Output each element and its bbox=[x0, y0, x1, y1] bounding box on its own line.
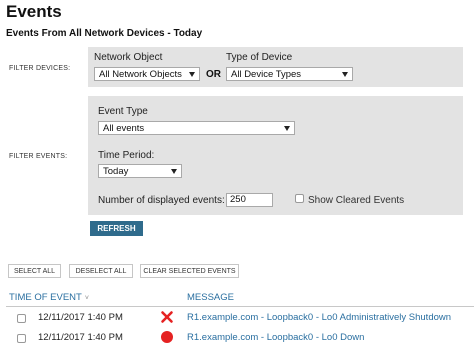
show-cleared-label: Show Cleared Events bbox=[308, 195, 405, 206]
table-row: 12/11/2017 1:40 PM R1.example.com - Loop… bbox=[0, 330, 474, 350]
device-type-value: All Device Types bbox=[231, 69, 302, 80]
dropdown-arrow-icon bbox=[171, 169, 177, 174]
row-checkbox[interactable] bbox=[17, 314, 26, 323]
page-title: Events bbox=[6, 2, 62, 21]
event-time: 12/11/2017 1:40 PM bbox=[38, 332, 123, 343]
column-header-message[interactable]: MESSAGE bbox=[187, 292, 234, 303]
or-label: OR bbox=[206, 69, 221, 80]
dropdown-arrow-icon bbox=[342, 72, 348, 77]
refresh-button[interactable]: REFRESH bbox=[90, 221, 143, 236]
x-icon bbox=[161, 311, 173, 323]
num-events-input[interactable]: 250 bbox=[226, 193, 273, 207]
event-type-value: All events bbox=[103, 123, 145, 134]
section-title: Events From All Network Devices - Today bbox=[6, 28, 203, 39]
show-cleared-checkbox[interactable] bbox=[295, 194, 304, 203]
event-type-label: Event Type bbox=[98, 106, 148, 117]
time-period-value: Today bbox=[103, 166, 129, 177]
column-header-time-label: TIME OF EVENT bbox=[9, 292, 82, 303]
filter-events-label: FILTER EVENTS: bbox=[9, 153, 68, 160]
sort-indicator-icon: ˅ bbox=[84, 295, 89, 302]
table-row: 12/11/2017 1:40 PM R1.example.com - Loop… bbox=[0, 310, 474, 330]
select-all-button[interactable]: SELECT ALL bbox=[8, 264, 61, 278]
network-object-label: Network Object bbox=[94, 52, 163, 63]
network-object-value: All Network Objects bbox=[99, 69, 182, 80]
events-table-header: TIME OF EVENT ˅ MESSAGE bbox=[6, 291, 474, 307]
column-header-time[interactable]: TIME OF EVENT ˅ bbox=[9, 292, 89, 303]
filter-devices-panel: Network Object All Network Objects OR Ty… bbox=[88, 47, 463, 87]
clear-selected-events-button[interactable]: CLEAR SELECTED EVENTS bbox=[140, 264, 239, 278]
deselect-all-button[interactable]: DESELECT ALL bbox=[69, 264, 133, 278]
time-period-label: Time Period: bbox=[98, 150, 155, 161]
event-message-link[interactable]: R1.example.com - Loopback0 - Lo0 Adminis… bbox=[187, 312, 451, 323]
row-checkbox[interactable] bbox=[17, 334, 26, 343]
filter-devices-label: FILTER DEVICES: bbox=[9, 65, 71, 72]
red-dot-icon bbox=[161, 331, 173, 343]
filter-events-panel: Event Type All events Time Period: Today… bbox=[88, 96, 463, 215]
event-message-link[interactable]: R1.example.com - Loopback0 - Lo0 Down bbox=[187, 332, 364, 343]
network-object-select[interactable]: All Network Objects bbox=[94, 67, 200, 81]
dropdown-arrow-icon bbox=[284, 126, 290, 131]
dropdown-arrow-icon bbox=[189, 72, 195, 77]
event-type-select[interactable]: All events bbox=[98, 121, 295, 135]
device-type-label: Type of Device bbox=[226, 52, 293, 63]
device-type-select[interactable]: All Device Types bbox=[226, 67, 353, 81]
event-time: 12/11/2017 1:40 PM bbox=[38, 312, 123, 323]
time-period-select[interactable]: Today bbox=[98, 164, 182, 178]
num-events-label: Number of displayed events: bbox=[98, 195, 225, 206]
